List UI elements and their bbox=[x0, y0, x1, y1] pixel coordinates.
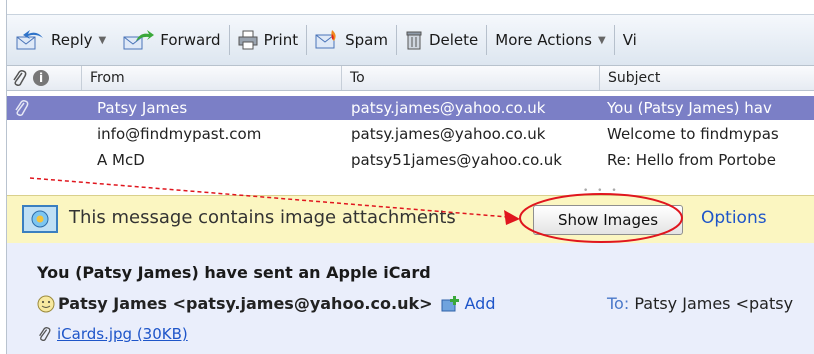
reply-button[interactable]: Reply ▼ bbox=[7, 23, 114, 57]
reply-icon bbox=[16, 30, 43, 50]
list-header: i From To Subject bbox=[7, 66, 814, 91]
row-subject: Re: Hello from Portobe bbox=[607, 151, 776, 169]
toolbar: Reply ▼ Forward Print Spam Delete More A… bbox=[7, 14, 814, 66]
trash-icon bbox=[406, 31, 422, 50]
row-to: patsy.james@yahoo.co.uk bbox=[351, 99, 546, 117]
row-to: patsy.james@yahoo.co.uk bbox=[351, 125, 546, 143]
column-header-subject[interactable]: Subject bbox=[599, 66, 814, 90]
message-preview: You (Patsy James) have sent an Apple iCa… bbox=[7, 243, 814, 354]
info-icon[interactable]: i bbox=[33, 70, 49, 86]
row-subject: Welcome to findmypas bbox=[607, 125, 779, 143]
preview-from-row: Patsy James <patsy.james@yahoo.co.uk> Ad… bbox=[37, 294, 495, 313]
preview-to-row: To: Patsy James <patsy bbox=[607, 294, 793, 313]
table-row[interactable]: Patsy James patsy.james@yahoo.co.uk You … bbox=[7, 96, 814, 120]
spam-label: Spam bbox=[345, 31, 388, 49]
more-actions-label: More Actions bbox=[495, 31, 592, 49]
chevron-down-icon: ▼ bbox=[598, 34, 606, 46]
row-subject: You (Patsy James) hav bbox=[607, 99, 772, 117]
attachment-link[interactable]: iCards.jpg (30KB) bbox=[57, 325, 188, 343]
forward-label: Forward bbox=[160, 31, 221, 49]
options-link[interactable]: Options bbox=[701, 208, 767, 228]
row-to: patsy51james@yahoo.co.uk bbox=[351, 151, 562, 169]
add-contact-icon bbox=[441, 295, 459, 311]
preview-subject: You (Patsy James) have sent an Apple iCa… bbox=[37, 263, 431, 282]
row-from: A McD bbox=[97, 151, 145, 169]
to-value: Patsy James <patsy bbox=[634, 294, 794, 313]
forward-icon bbox=[123, 30, 155, 50]
add-contact-button[interactable]: Add bbox=[441, 294, 496, 313]
row-from: Patsy James bbox=[97, 99, 188, 117]
view-button[interactable]: Vi bbox=[615, 23, 645, 57]
notice-text: This message contains image attachments bbox=[69, 207, 456, 228]
table-row[interactable]: A McD patsy51james@yahoo.co.uk Re: Hello… bbox=[7, 148, 814, 172]
preview-attachment-row: iCards.jpg (30KB) bbox=[37, 325, 188, 343]
delete-button[interactable]: Delete bbox=[397, 23, 486, 57]
paperclip-icon bbox=[39, 327, 51, 341]
printer-icon bbox=[238, 30, 258, 50]
smiley-icon bbox=[37, 295, 55, 312]
column-header-to[interactable]: To bbox=[341, 66, 602, 90]
spam-button[interactable]: Spam bbox=[307, 23, 396, 57]
to-label: To: bbox=[607, 294, 630, 313]
preview-sender: Patsy James <patsy.james@yahoo.co.uk> bbox=[58, 294, 433, 313]
more-actions-button[interactable]: More Actions ▼ bbox=[487, 23, 613, 57]
column-header-from[interactable]: From bbox=[81, 66, 342, 90]
row-from: info@findmypast.com bbox=[97, 125, 262, 143]
table-row[interactable]: info@findmypast.com patsy.james@yahoo.co… bbox=[7, 122, 814, 146]
reply-label: Reply bbox=[51, 31, 93, 49]
chevron-down-icon[interactable]: ▼ bbox=[99, 35, 107, 46]
print-label: Print bbox=[263, 31, 299, 49]
image-notice-bar: This message contains image attachments … bbox=[7, 195, 814, 244]
delete-label: Delete bbox=[428, 31, 479, 49]
image-icon bbox=[22, 205, 58, 233]
message-list: i From To Subject Patsy James patsy.jame… bbox=[7, 66, 814, 196]
show-images-button[interactable]: Show Images bbox=[533, 205, 683, 235]
add-label: Add bbox=[464, 294, 496, 313]
paperclip-icon[interactable] bbox=[11, 69, 27, 91]
spam-icon bbox=[315, 30, 336, 49]
print-button[interactable]: Print bbox=[230, 23, 307, 57]
view-label: Vi bbox=[622, 31, 637, 49]
forward-button[interactable]: Forward bbox=[114, 23, 228, 57]
paperclip-icon bbox=[13, 99, 29, 124]
